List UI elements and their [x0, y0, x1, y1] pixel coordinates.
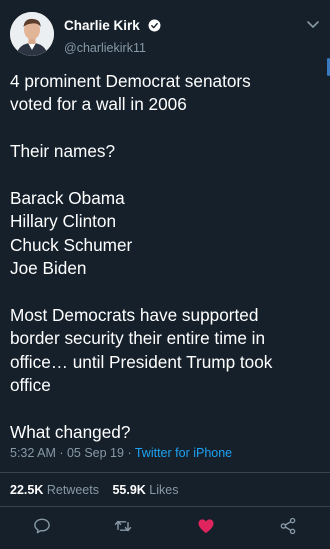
retweets-stat[interactable]: 22.5K Retweets — [10, 483, 99, 497]
tweet-line: Their names? — [10, 141, 116, 162]
reply-icon[interactable] — [32, 516, 52, 536]
source-link[interactable]: Twitter for iPhone — [135, 446, 232, 460]
tweet-line: border security their entire time in — [10, 328, 266, 349]
tweet-stats: 22.5K Retweets 55.9K Likes — [10, 483, 188, 497]
tweet-line: voted for a wall in 2006 — [10, 94, 187, 115]
likes-count: 55.9K — [112, 483, 146, 497]
like-icon[interactable] — [196, 516, 216, 536]
chevron-down-icon[interactable] — [306, 20, 320, 30]
tweet-line: Most Democrats have supported — [10, 305, 259, 326]
tweet-line: office… until President Trump took — [10, 351, 273, 372]
tweet-text: 4 prominent Democrat senators voted for a… — [10, 70, 322, 444]
tweet-detail-view: Charlie Kirk @charliekirk11 4 prominent … — [0, 0, 330, 549]
tweet-line: office — [10, 375, 51, 396]
retweet-icon[interactable] — [113, 516, 133, 536]
tweet-header: Charlie Kirk @charliekirk11 — [10, 12, 320, 60]
tweet-paragraph: What changed? — [10, 421, 322, 444]
tweet-line: Hillary Clinton — [10, 211, 117, 232]
retweets-label: Retweets — [46, 483, 99, 497]
verified-badge-icon — [148, 19, 161, 32]
tweet-line: Joe Biden — [10, 258, 87, 279]
divider — [0, 506, 330, 507]
retweets-count: 22.5K — [10, 483, 44, 497]
author-block: Charlie Kirk @charliekirk11 — [64, 17, 161, 55]
handle[interactable]: @charliekirk11 — [64, 41, 161, 55]
display-name[interactable]: Charlie Kirk — [64, 18, 140, 33]
avatar[interactable] — [10, 12, 54, 56]
likes-label: Likes — [149, 483, 179, 497]
tweet-line: What changed? — [10, 422, 131, 443]
tweet-paragraph: Barack Obama Hillary Clinton Chuck Schumer… — [10, 187, 322, 281]
likes-stat[interactable]: 55.9K Likes — [112, 483, 178, 497]
share-icon[interactable] — [278, 516, 298, 536]
timestamp[interactable]: 5:32 AM · 05 Sep 19 · — [10, 446, 135, 460]
divider — [0, 472, 330, 473]
tweet-paragraph: Most Democrats have supported border secu… — [10, 304, 322, 398]
tweet-paragraph: 4 prominent Democrat senators voted for a… — [10, 70, 322, 117]
action-bar — [0, 516, 330, 538]
tweet-line: 4 prominent Democrat senators — [10, 71, 251, 91]
tweet-meta: 5:32 AM · 05 Sep 19 · Twitter for iPhone — [10, 446, 232, 460]
tweet-line: Barack Obama — [10, 188, 125, 208]
tweet-paragraph: Their names? — [10, 140, 322, 163]
tweet-line: Chuck Schumer — [10, 234, 133, 255]
